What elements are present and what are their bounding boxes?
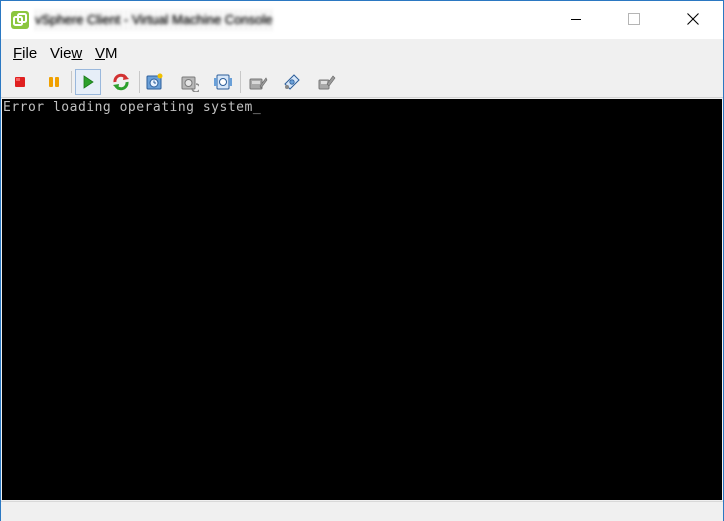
menu-vm-mnemonic: V — [95, 45, 106, 62]
menu-vm-label: M — [105, 45, 118, 62]
power-on-button[interactable] — [75, 69, 101, 95]
reset-button[interactable] — [108, 69, 134, 95]
power-off-icon — [13, 75, 27, 89]
console-error-message: Error loading operating system — [3, 100, 253, 115]
connect-floppy-icon — [316, 72, 336, 92]
toolbar-separator — [139, 71, 140, 93]
connect-floppy-button[interactable] — [313, 69, 339, 95]
status-bar — [1, 501, 723, 521]
menu-bar: File View VM — [1, 39, 723, 67]
maximize-icon — [628, 13, 640, 25]
menu-file-label: ile — [22, 45, 38, 62]
snapshot-button[interactable] — [142, 69, 168, 95]
snapshot-icon — [145, 72, 165, 92]
vm-console-window: vSphere Client - Virtual Machine Console… — [0, 0, 724, 521]
edit-settings-button[interactable] — [245, 69, 271, 95]
vsphere-app-icon — [10, 10, 30, 30]
suspend-icon — [47, 75, 61, 89]
minimize-button[interactable] — [553, 1, 599, 37]
title-bar[interactable]: vSphere Client - Virtual Machine Console — [1, 1, 723, 39]
close-icon — [687, 13, 699, 25]
edit-settings-icon — [248, 72, 268, 92]
console-cursor: _ — [252, 100, 262, 115]
power-off-button[interactable] — [7, 69, 33, 95]
snapshot-manager-button[interactable] — [210, 69, 236, 95]
minimize-icon — [570, 13, 582, 25]
vm-console-screen[interactable]: Error loading operating system_ — [2, 99, 722, 500]
menu-view[interactable]: View — [50, 44, 82, 64]
revert-snapshot-icon — [179, 72, 199, 92]
window-title: vSphere Client - Virtual Machine Console — [35, 9, 275, 31]
maximize-button[interactable] — [611, 1, 657, 37]
snapshot-manager-icon — [213, 72, 233, 92]
close-button[interactable] — [670, 1, 716, 37]
menu-vm[interactable]: VM — [95, 44, 118, 64]
reset-icon — [112, 73, 130, 91]
menu-view-label: Vie — [50, 45, 72, 62]
suspend-button[interactable] — [41, 69, 67, 95]
toolbar-separator — [71, 71, 72, 93]
menu-file-mnemonic: F — [13, 45, 23, 62]
power-on-icon — [81, 75, 95, 89]
revert-snapshot-button[interactable] — [176, 69, 202, 95]
console-output: Error loading operating system_ — [3, 100, 261, 116]
menu-view-mnemonic: w — [71, 45, 83, 62]
toolbar-separator — [240, 71, 241, 93]
toolbar — [1, 67, 723, 97]
connect-cd-button[interactable] — [279, 69, 305, 95]
menu-file[interactable]: File — [13, 44, 37, 64]
connect-cd-icon — [282, 72, 302, 92]
toolbar-divider — [1, 97, 723, 98]
